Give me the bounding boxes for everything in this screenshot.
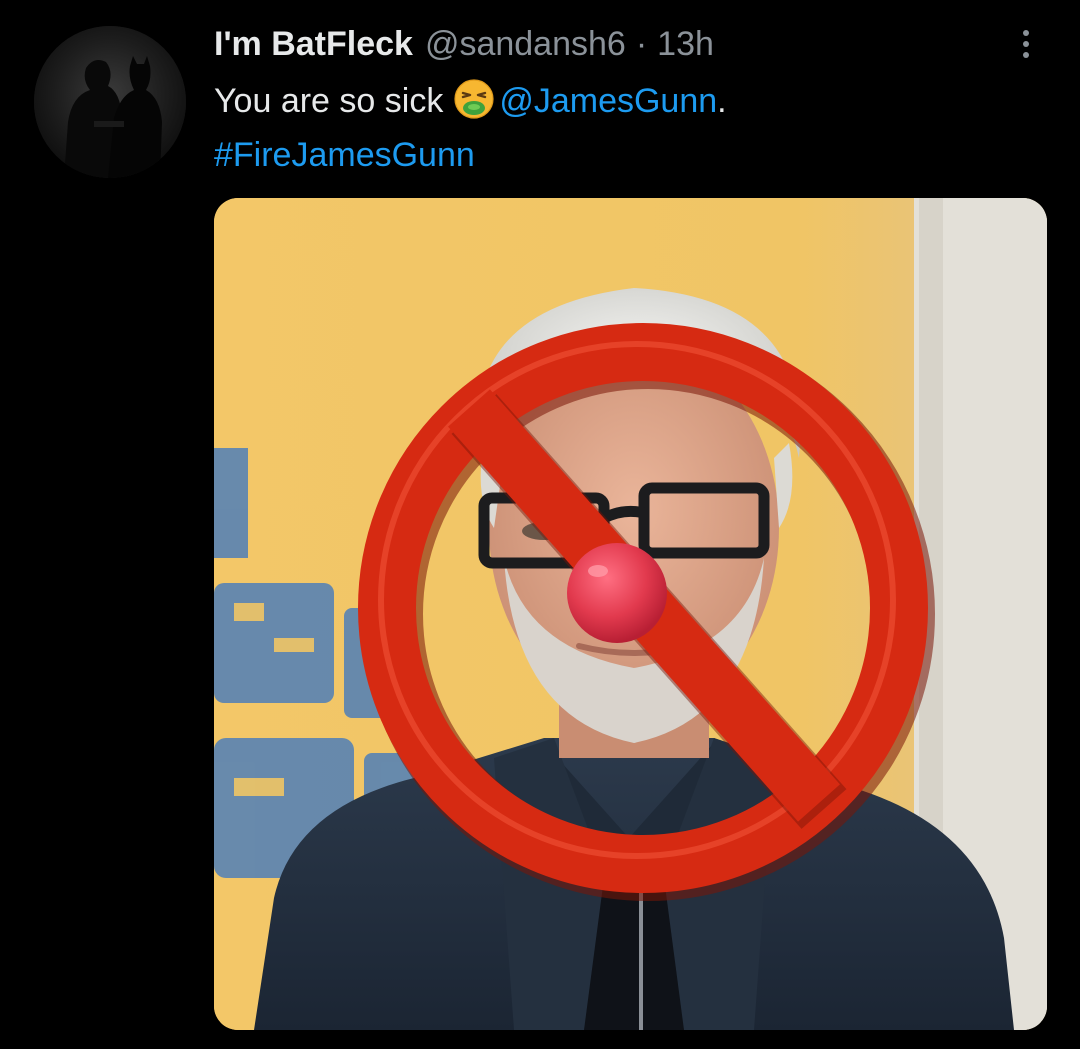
header-separator: ·: [635, 25, 648, 63]
more-options-button[interactable]: [1012, 24, 1040, 64]
tweet-text-line: You are so sick @JamesGunn.: [214, 74, 1014, 128]
author-handle[interactable]: @sandansh6: [425, 22, 626, 66]
tweet-text-prefix: You are so sick: [214, 82, 444, 120]
tweet-media-photo[interactable]: [214, 198, 1047, 1030]
tweet[interactable]: I'm BatFleck @sandansh6 · 13h You are so…: [0, 0, 1080, 1049]
more-vertical-icon: [1023, 30, 1029, 36]
nauseated-face-emoji-icon: [453, 78, 495, 120]
author-display-name[interactable]: I'm BatFleck: [214, 22, 413, 66]
author-avatar[interactable]: [34, 26, 186, 178]
tweet-header: I'm BatFleck @sandansh6 · 13h: [214, 22, 714, 66]
tweet-text-suffix: .: [717, 82, 727, 120]
clown-nose-icon: [567, 543, 667, 643]
more-vertical-icon-dot: [1023, 41, 1029, 47]
tweet-timestamp[interactable]: 13h: [657, 22, 714, 66]
tweet-text: You are so sick @JamesGunn. #FireJamesGu…: [214, 74, 1014, 182]
mention-link[interactable]: @JamesGunn: [499, 82, 717, 120]
more-vertical-icon-dot: [1023, 52, 1029, 58]
hashtag-link[interactable]: #FireJamesGunn: [214, 136, 475, 174]
tweet-text-line: #FireJamesGunn: [214, 128, 1014, 182]
